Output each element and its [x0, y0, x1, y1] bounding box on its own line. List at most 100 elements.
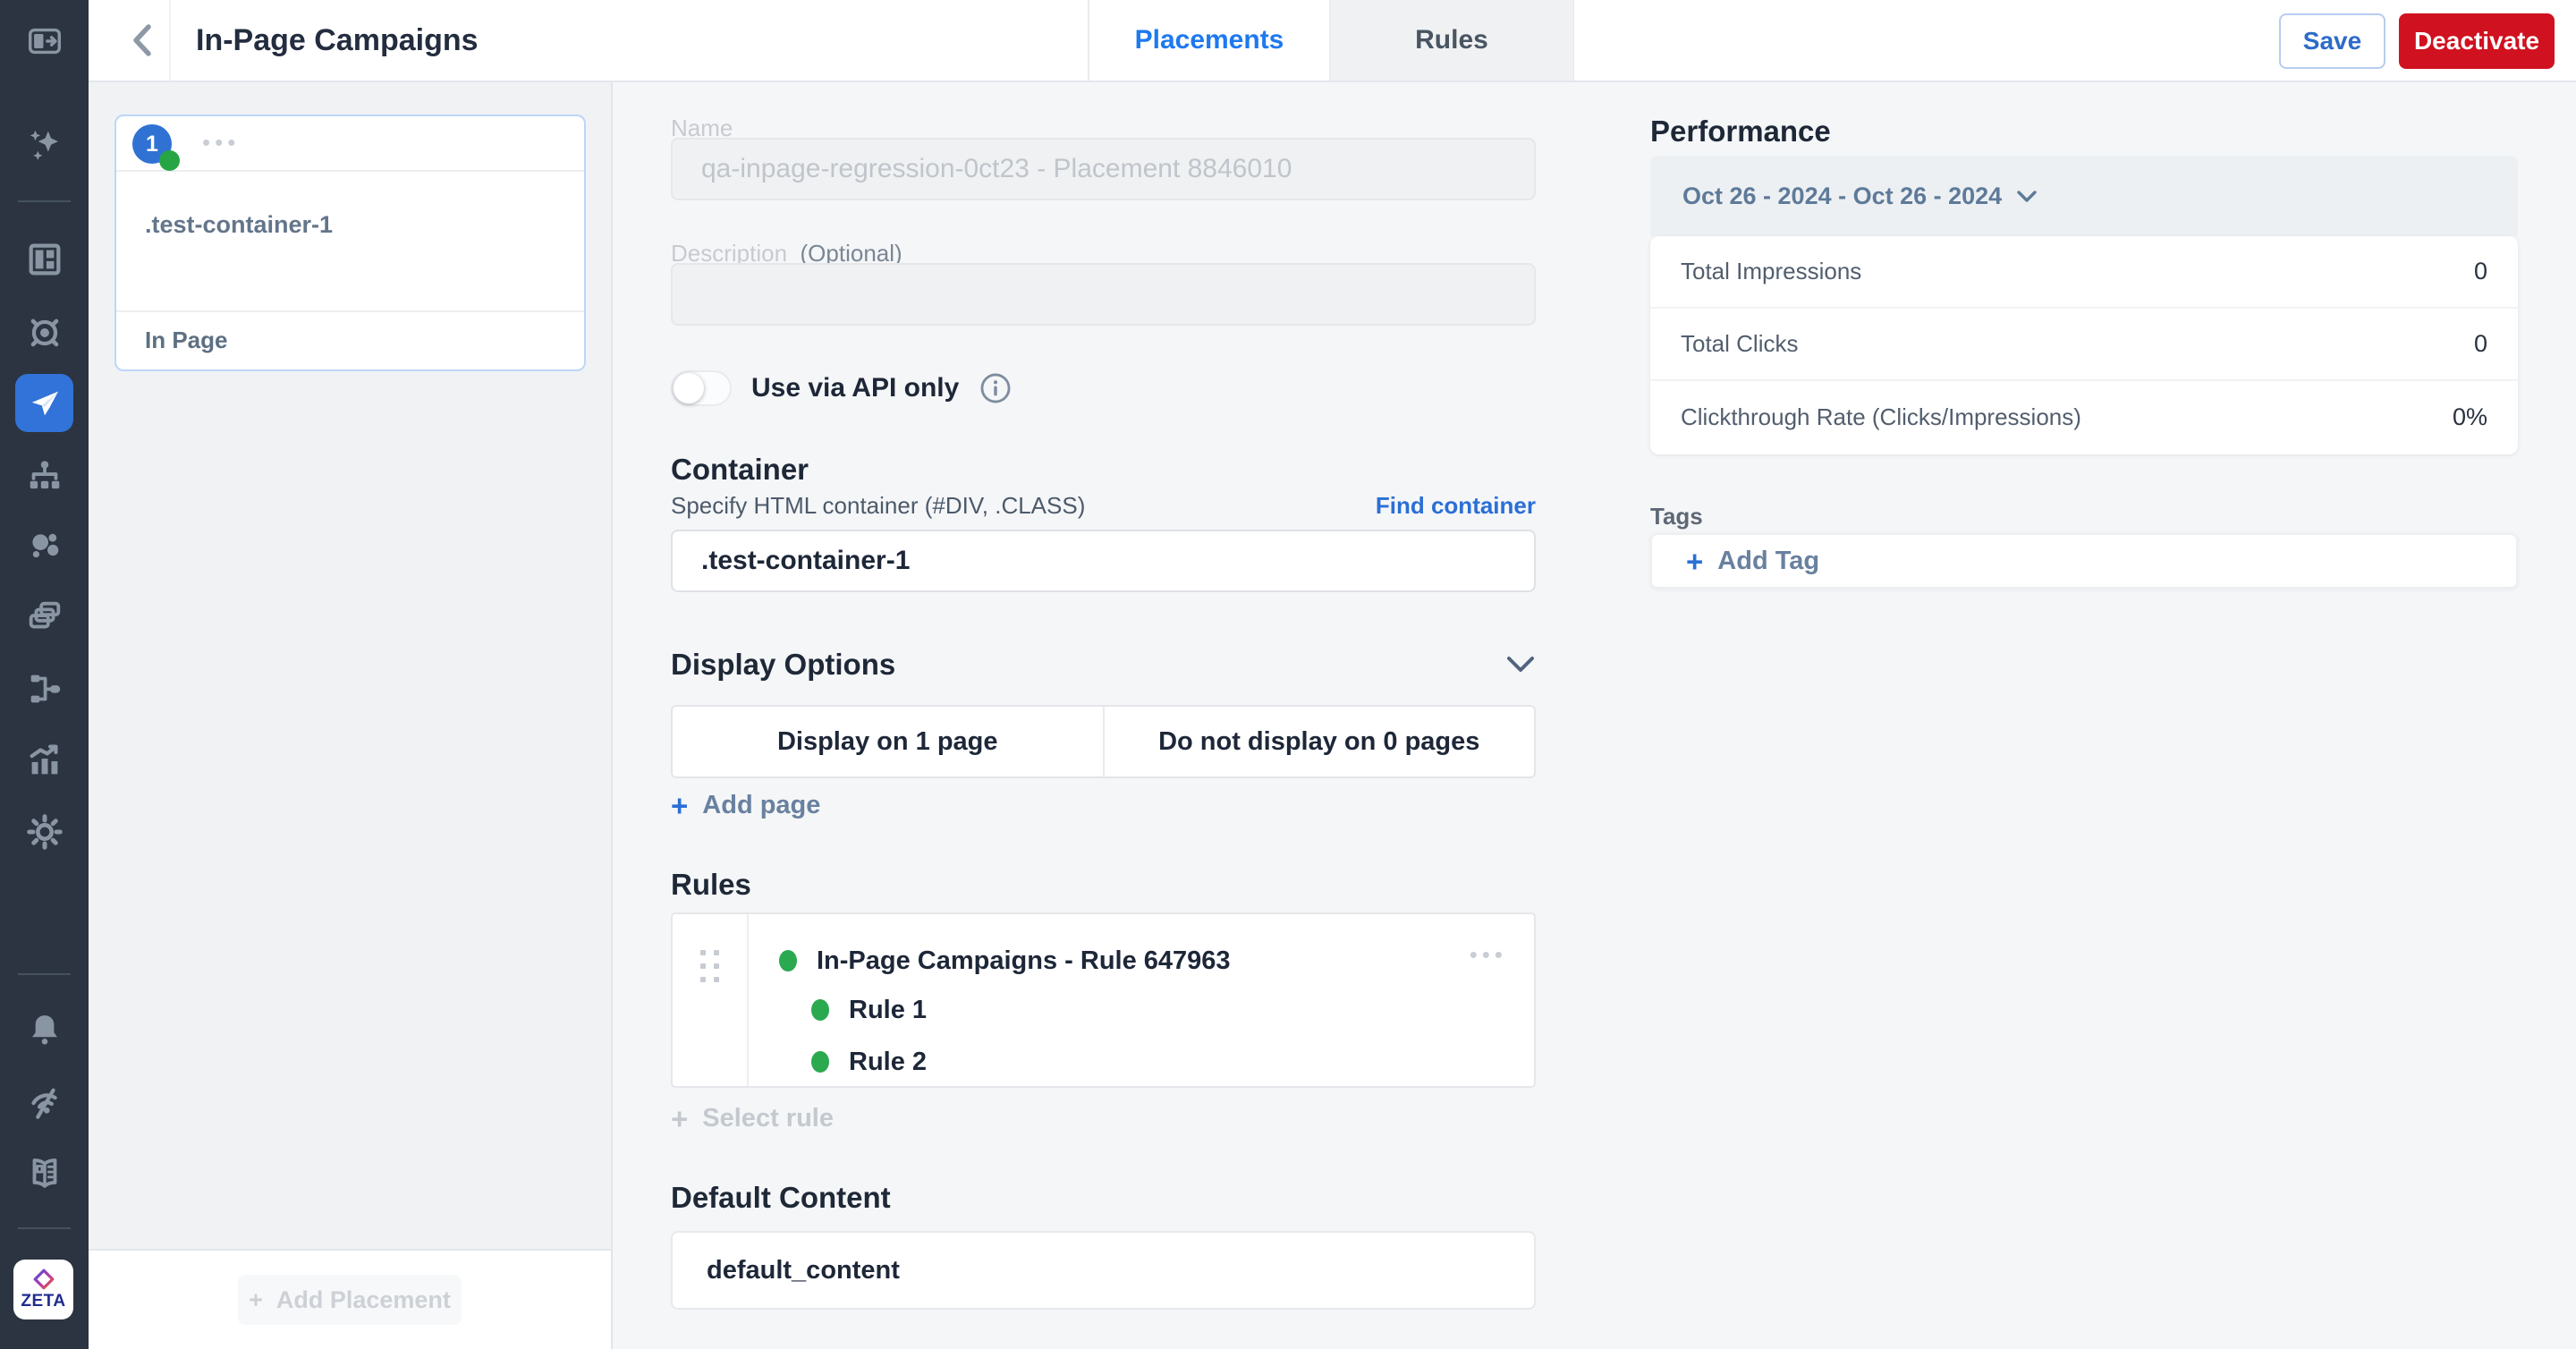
- sitemap-icon: [30, 461, 59, 489]
- rule-main-label: In-Page Campaigns - Rule 647963: [817, 946, 1231, 975]
- chevron-down-icon[interactable]: [1505, 655, 1536, 674]
- rule-sub-row[interactable]: Rule 1: [811, 984, 1534, 1036]
- tab-rules[interactable]: Rules: [1331, 0, 1574, 81]
- container-spec-label: Specify HTML container (#DIV, .CLASS): [671, 492, 1086, 519]
- main-content: Name Description (Optional) Use via API …: [613, 82, 2576, 1349]
- metric-value: 0: [2473, 258, 2487, 284]
- performance-row: Total Clicks 0: [1650, 309, 2518, 381]
- plus-icon: +: [1686, 544, 1704, 578]
- sidebar-divider: [18, 973, 71, 975]
- description-input[interactable]: [671, 263, 1536, 326]
- drag-handle[interactable]: [700, 950, 719, 982]
- performance-row: Total Impressions 0: [1650, 236, 2518, 309]
- chart-growth-icon: [30, 744, 58, 775]
- sidebar-item-campaigns-active[interactable]: [15, 374, 73, 432]
- metric-label: Total Clicks: [1681, 330, 1799, 357]
- container-input[interactable]: [671, 530, 1536, 592]
- api-only-toggle[interactable]: [671, 370, 732, 406]
- default-content-value: default_content: [707, 1255, 900, 1285]
- metric-label: Total Impressions: [1681, 258, 1862, 284]
- performance-card: Total Impressions 0 Total Clicks 0 Click…: [1650, 236, 2518, 454]
- app-sidebar: ZETA: [0, 0, 89, 1349]
- sidebar-item-experiences[interactable]: [0, 589, 89, 646]
- rule-status-dot: [779, 950, 797, 971]
- dashboard-icon: [29, 243, 60, 276]
- sidebar-item-audiences[interactable]: [0, 517, 89, 574]
- sidebar-item-hierarchy[interactable]: [0, 447, 89, 505]
- tab-placements[interactable]: Placements: [1088, 0, 1331, 81]
- zeta-diamond-icon: [33, 1268, 54, 1290]
- gear-icon: [26, 814, 63, 850]
- rule-main-row[interactable]: In-Page Campaigns - Rule 647963: [779, 938, 1534, 984]
- placement-card[interactable]: 1 ••• .test-container-1 In Page: [114, 115, 586, 371]
- performance-heading: Performance: [1650, 115, 1831, 148]
- placements-panel: 1 ••• .test-container-1 In Page + Add Pl…: [89, 82, 613, 1349]
- add-tag-button[interactable]: + Add Tag: [1686, 547, 1819, 576]
- rules-menu-button[interactable]: •••: [1470, 941, 1507, 969]
- display-options-heading: Display Options: [671, 648, 896, 681]
- sidebar-divider: [18, 1227, 71, 1229]
- add-placement-button[interactable]: + Add Placement: [238, 1275, 462, 1325]
- audience-bubbles-icon: [31, 533, 58, 558]
- display-options-segmented: Display on 1 page Do not display on 0 pa…: [671, 705, 1536, 778]
- bell-icon: [31, 1015, 57, 1045]
- flow-split-icon: [30, 674, 60, 703]
- save-button[interactable]: Save: [2279, 13, 2385, 69]
- hide-pages-tab[interactable]: Do not display on 0 pages: [1105, 707, 1535, 776]
- back-button[interactable]: [114, 0, 171, 81]
- sidebar-item-dashboards[interactable]: [0, 231, 89, 288]
- rule-sub-row[interactable]: Rule 2: [811, 1036, 1534, 1088]
- sidebar-item-reports[interactable]: [0, 732, 89, 789]
- find-container-link[interactable]: Find container: [1376, 492, 1536, 520]
- name-input[interactable]: [671, 138, 1536, 200]
- placements-panel-footer: + Add Placement: [89, 1249, 611, 1349]
- placement-menu-button[interactable]: •••: [202, 129, 240, 157]
- sidebar-item-settings[interactable]: [0, 803, 89, 861]
- date-range-value: Oct 26 - 2024 - Oct 26 - 2024: [1682, 182, 2003, 209]
- sidebar-toggle-button[interactable]: [0, 13, 89, 70]
- stacked-cards-icon: [29, 601, 60, 629]
- sidebar-item-notifications[interactable]: [0, 1002, 89, 1059]
- add-tag-label: Add Tag: [1717, 546, 1820, 575]
- placement-type: In Page: [145, 326, 228, 353]
- date-range-picker[interactable]: Oct 26 - 2024 - Oct 26 - 2024: [1650, 156, 2518, 236]
- api-only-label: Use via API only: [751, 373, 960, 403]
- add-page-button[interactable]: + Add page: [671, 791, 820, 820]
- plus-icon: +: [671, 789, 689, 822]
- info-icon[interactable]: [979, 371, 1013, 405]
- select-rule-label: Select rule: [702, 1104, 834, 1133]
- sidebar-item-broadcast[interactable]: [0, 1073, 89, 1131]
- placement-card-footer: In Page: [116, 312, 584, 368]
- page-title: In-Page Campaigns: [196, 22, 479, 57]
- metric-value: 0: [2473, 330, 2487, 357]
- metric-label: Clickthrough Rate (Clicks/Impressions): [1681, 403, 2081, 430]
- plus-icon: +: [249, 1285, 276, 1313]
- deactivate-button[interactable]: Deactivate: [2399, 13, 2555, 69]
- select-rule-button[interactable]: + Select rule: [671, 1104, 834, 1133]
- display-pages-tab[interactable]: Display on 1 page: [673, 707, 1105, 776]
- rule-status-dot: [811, 1051, 829, 1073]
- sidebar-item-ai-assistant[interactable]: [0, 116, 89, 174]
- sidebar-divider: [18, 200, 71, 202]
- rule-sub-label: Rule 2: [849, 1047, 928, 1076]
- plus-icon: +: [671, 1102, 689, 1135]
- add-page-label: Add page: [702, 791, 821, 819]
- sidebar-item-goals[interactable]: [0, 304, 89, 361]
- sidebar-toggle-icon: [28, 28, 61, 55]
- metric-value: 0%: [2452, 403, 2487, 430]
- chevron-left-icon: [133, 24, 151, 56]
- target-icon: [30, 318, 58, 347]
- rule-sub-label: Rule 1: [849, 995, 928, 1024]
- sidebar-item-journeys[interactable]: [0, 660, 89, 717]
- zeta-logo[interactable]: ZETA: [13, 1260, 73, 1319]
- header-tabs: Placements Rules: [1088, 0, 1574, 81]
- chevron-down-icon: [2017, 190, 2037, 202]
- default-content-heading: Default Content: [671, 1181, 891, 1214]
- sidebar-item-docs[interactable]: [0, 1145, 89, 1202]
- rules-card: In-Page Campaigns - Rule 647963 Rule 1 R…: [671, 912, 1536, 1088]
- placement-active-dot: [159, 150, 180, 171]
- performance-row: Clickthrough Rate (Clicks/Impressions) 0…: [1650, 381, 2518, 453]
- default-content-card[interactable]: default_content: [671, 1231, 1536, 1310]
- tags-label: Tags: [1650, 503, 1703, 530]
- zeta-logo-text: ZETA: [21, 1292, 66, 1311]
